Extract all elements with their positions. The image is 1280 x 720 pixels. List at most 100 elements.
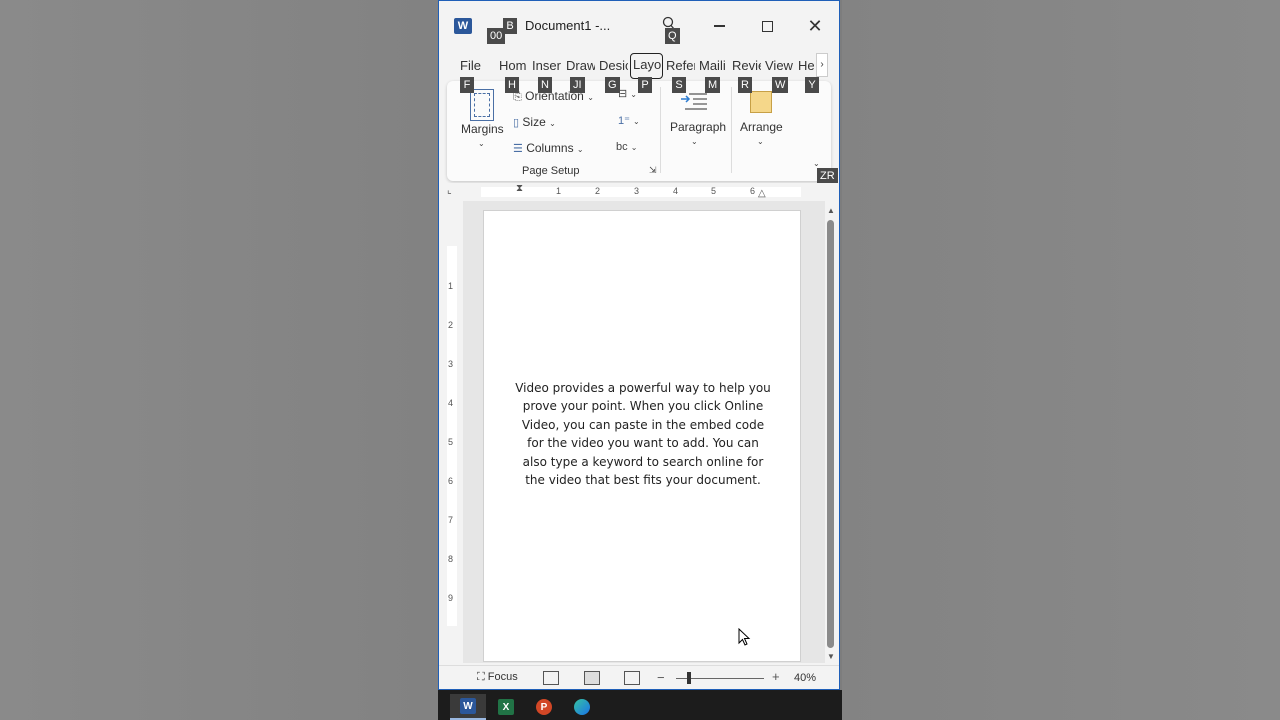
web-layout-icon[interactable]	[624, 671, 640, 685]
tab-review[interactable]: Revie	[732, 58, 761, 73]
ruler-h-5: 5	[711, 186, 717, 196]
hyphenation-button[interactable]: bc ⌄	[616, 141, 637, 153]
zoom-out-button[interactable]: −	[657, 670, 665, 685]
ribbon-tabs: File Hom Inser Draw Desic Layo Refer Mai…	[439, 53, 839, 79]
tab-help[interactable]: He	[798, 58, 816, 73]
word-app-icon: W	[454, 18, 472, 34]
chevron-right-icon: ›	[820, 59, 824, 70]
powerpoint-icon: P	[536, 699, 552, 715]
ruler-v-9: 9	[448, 593, 454, 603]
status-bar: ⛶ Focus − + 40%	[439, 665, 839, 689]
keytip-file: F	[460, 77, 474, 93]
focus-label: Focus	[487, 671, 518, 683]
ruler-v-8: 8	[448, 554, 454, 564]
zoom-level[interactable]: 40%	[794, 672, 816, 684]
keytip-insert: N	[538, 77, 552, 93]
arrange-chevron-down-icon[interactable]: ⌄	[757, 137, 764, 146]
maximize-button[interactable]	[752, 13, 782, 39]
tabs-scroll-right-button[interactable]: ›	[816, 53, 828, 77]
zoom-slider-thumb[interactable]	[687, 672, 691, 684]
excel-icon: X	[498, 699, 514, 715]
page-setup-launcher-icon[interactable]: ⇲	[649, 165, 657, 176]
focus-icon: ⛶	[477, 671, 485, 683]
tab-references[interactable]: Refer	[666, 58, 695, 73]
tab-file[interactable]: File	[460, 58, 486, 73]
keytip-collapse: ZR	[817, 168, 838, 184]
zoom-in-button[interactable]: +	[772, 669, 780, 684]
right-indent-marker-icon[interactable]: △	[758, 188, 766, 199]
paragraph-button[interactable]: Paragraph	[670, 120, 726, 134]
tab-insert[interactable]: Inser	[532, 58, 561, 73]
arrange-button[interactable]: Arrange	[740, 120, 783, 134]
vertical-scrollbar[interactable]: ▲ ▼	[825, 206, 837, 666]
ruler-v-5: 5	[448, 437, 454, 447]
ruler-v-6: 6	[448, 476, 454, 486]
close-button[interactable]: ✕	[800, 13, 830, 39]
margins-icon[interactable]	[470, 89, 494, 121]
columns-icon: ☰	[513, 143, 523, 155]
paragraph-chevron-down-icon[interactable]: ⌄	[691, 137, 698, 146]
tab-layout[interactable]: Layo	[630, 53, 663, 79]
keytip-view: W	[772, 77, 789, 93]
columns-chevron-down-icon: ⌄	[576, 145, 584, 154]
print-layout-icon[interactable]	[584, 671, 600, 685]
taskbar-edge[interactable]	[564, 694, 600, 720]
hyphenation-chevron-down-icon: ⌄	[630, 143, 638, 152]
ruler-v-white-area	[447, 246, 457, 626]
tab-view[interactable]: View	[765, 58, 795, 73]
tab-mailings[interactable]: Maili	[699, 58, 728, 73]
minimize-icon	[713, 25, 725, 27]
tab-design[interactable]: Desic	[599, 58, 628, 73]
word-icon: W	[460, 698, 476, 714]
size-label: Size	[522, 115, 546, 129]
background-right	[842, 0, 1280, 720]
paragraph-icon[interactable]	[679, 91, 709, 113]
scroll-down-icon[interactable]: ▼	[825, 652, 837, 661]
ruler-v-4: 4	[448, 398, 454, 408]
ruler-h-4: 4	[673, 186, 679, 196]
margins-chevron-down-icon[interactable]: ⌄	[478, 139, 485, 148]
taskbar-powerpoint[interactable]: P	[526, 694, 562, 720]
breaks-icon[interactable]: ⊟ ⌄	[618, 87, 637, 100]
scrollbar-thumb[interactable]	[827, 220, 834, 648]
vertical-ruler[interactable]: 1 2 3 4 5 6 7 8 9	[443, 206, 461, 661]
keytip-home: H	[505, 77, 519, 93]
tab-home[interactable]: Hom	[499, 58, 528, 73]
arrange-icon[interactable]	[750, 91, 772, 113]
keytip-review: R	[738, 77, 752, 93]
margins-button[interactable]: Margins	[461, 122, 504, 136]
columns-button[interactable]: ☰ Columns ⌄	[513, 141, 584, 155]
keytip-help: Y	[805, 77, 819, 93]
group-separator	[660, 87, 661, 173]
read-mode-icon[interactable]	[543, 671, 559, 685]
size-icon: ▯	[513, 117, 520, 129]
word-window: W 00 B Document1 -... Q ✕ File Hom Inser…	[438, 0, 840, 690]
taskbar-excel[interactable]: X	[488, 694, 524, 720]
focus-button[interactable]: ⛶ Focus	[477, 671, 518, 684]
mouse-cursor-icon	[738, 628, 751, 646]
hyphenation-icon: bc	[616, 141, 628, 153]
minimize-button[interactable]	[704, 13, 734, 39]
tab-draw[interactable]: Draw	[566, 58, 595, 73]
orientation-chevron-down-icon: ⌄	[587, 93, 594, 102]
columns-label: Columns	[526, 141, 574, 155]
close-icon: ✕	[807, 15, 823, 36]
size-button[interactable]: ▯ Size ⌄	[513, 115, 556, 129]
ruler-v-3: 3	[448, 359, 454, 369]
ruler-h-2: 2	[595, 186, 601, 196]
keytip-draw: JI	[570, 77, 585, 93]
size-chevron-down-icon: ⌄	[549, 119, 556, 128]
indent-marker-icon[interactable]: ⧗	[516, 183, 523, 194]
horizontal-ruler[interactable]: ⌞ 1 2 3 4 5 6 ⧗ △	[439, 183, 839, 201]
document-page[interactable]: Video provides a powerful way to help yo…	[483, 210, 801, 662]
document-title: Document1 -...	[525, 18, 611, 33]
taskbar-word[interactable]: W	[450, 694, 486, 720]
title-bar: W 00 B Document1 -... Q ✕	[439, 1, 839, 51]
page-setup-group-label: Page Setup	[522, 165, 580, 177]
document-body-text[interactable]: Video provides a powerful way to help yo…	[514, 379, 772, 489]
line-numbers-icon[interactable]: 1⁼ ⌄	[618, 114, 640, 127]
ruler-v-1: 1	[448, 281, 454, 291]
collapse-ribbon-icon[interactable]: ⌄	[813, 159, 820, 168]
scroll-up-icon[interactable]: ▲	[825, 206, 837, 215]
tab-selector-icon[interactable]: ⌞	[447, 185, 452, 196]
